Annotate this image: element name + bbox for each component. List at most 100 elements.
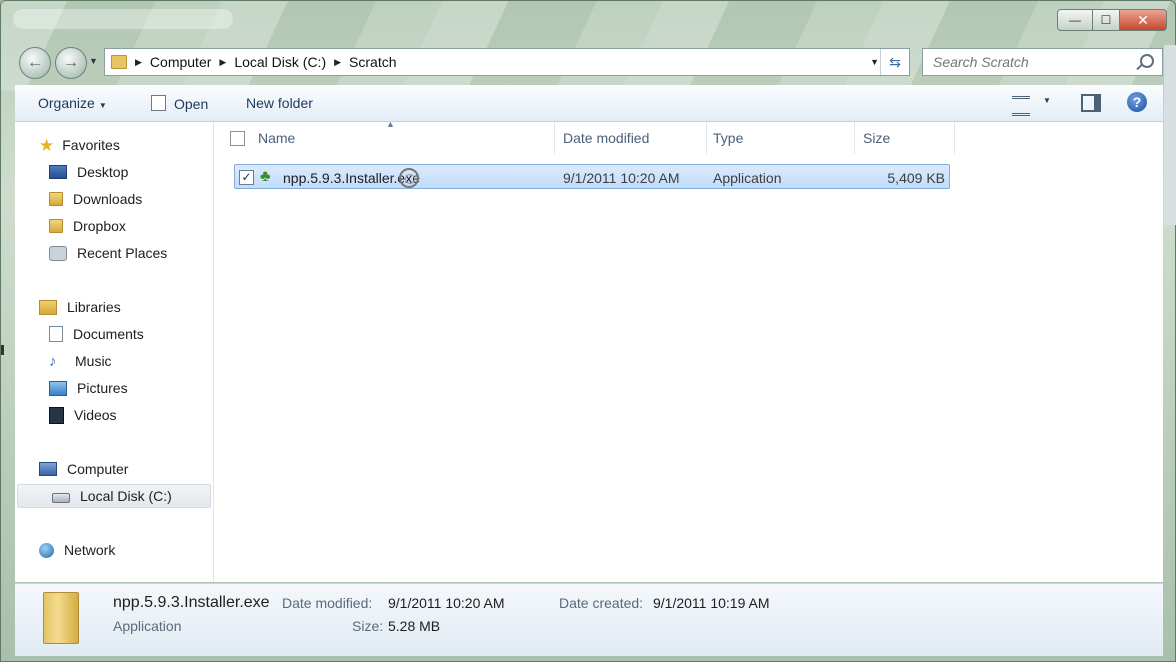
chevron-down-icon: ▼ [98,101,107,110]
sidebar-item-downloads[interactable]: Downloads [15,187,245,211]
search-box[interactable] [922,48,1163,76]
chevron-right-icon[interactable]: ▶ [334,57,341,68]
network-globe-icon [39,542,54,558]
minimize-button[interactable]: — [1057,9,1093,31]
file-type: Application [713,170,782,186]
open-icon [151,95,166,111]
sidebar-item-music[interactable]: ♪ Music [15,349,245,373]
videos-icon [49,406,64,424]
maximize-button[interactable]: ☐ [1093,9,1120,31]
window-edge-scrollbar [1164,45,1176,225]
search-input[interactable] [931,53,1135,71]
sidebar-item-documents[interactable]: Documents [15,322,245,346]
sidebar-item-network[interactable]: Network [15,538,235,562]
chevron-right-icon[interactable]: ▶ [219,57,226,68]
new-folder-button[interactable]: New folder [246,95,313,111]
documents-icon [49,326,63,342]
sidebar-label: Network [64,542,116,558]
hard-disk-icon [52,493,70,503]
address-bar[interactable]: ▶ Computer ▶ Local Disk (C:) ▶ Scratch ▼… [104,48,910,76]
details-file-type: Application [113,618,182,634]
forward-button[interactable]: → [55,47,87,79]
pictures-icon [49,380,67,396]
sidebar-label: Videos [74,407,117,423]
forward-arrow-icon: → [63,54,79,71]
close-button[interactable]: ✕ [1120,9,1167,31]
sidebar-label: Pictures [77,380,128,396]
details-date-created-label: Date created: [559,595,644,611]
downloads-folder-icon [49,192,63,206]
file-list: ▲ Name Date modified Type Size ✓ ♣ npp.5… [214,119,1163,582]
organize-label: Organize [38,95,95,111]
application-icon: ♣ [260,168,271,185]
sidebar-item-videos[interactable]: Videos [15,403,245,427]
explorer-window: — ☐ ✕ ← → ▼ ▶ Computer ▶ Local Disk (C:)… [0,0,1176,662]
breadcrumb-computer[interactable]: Computer [150,54,211,70]
sidebar-label: Music [75,353,112,369]
details-date-modified-value: 9/1/2011 10:20 AM [388,595,505,611]
column-header-date-modified[interactable]: Date modified [563,122,707,154]
window-title-blur [13,9,233,29]
details-size-label: Size: [352,618,384,634]
table-row[interactable]: ✓ ♣ npp.5.9.3.Installer.exe 9/1/2011 10:… [234,164,950,189]
sidebar-item-desktop[interactable]: Desktop [15,160,245,184]
left-edge-marker [1,345,4,355]
sidebar-item-pictures[interactable]: Pictures [15,376,245,400]
busy-cursor-icon [399,168,419,188]
column-header-name[interactable]: Name [258,122,555,154]
view-options-dropdown-icon[interactable]: ▼ [1043,96,1051,105]
command-bar: Organize ▼ Open New folder ▼ ? [15,85,1163,122]
star-icon: ★ [39,135,55,155]
sidebar-item-local-disk[interactable]: Local Disk (C:) [17,484,211,508]
row-checkbox[interactable]: ✓ [239,170,254,185]
organize-button[interactable]: Organize ▼ [38,95,107,111]
file-size: 5,409 KB [887,170,945,186]
computer-icon [39,462,57,476]
help-icon[interactable]: ? [1127,92,1147,112]
open-label: Open [174,96,209,112]
refresh-button[interactable]: ⇆ [880,49,909,75]
preview-pane-icon[interactable] [1081,94,1101,112]
sidebar-label: Documents [73,326,144,342]
sidebar-item-computer[interactable]: Computer [15,457,235,481]
chevron-right-icon[interactable]: ▶ [135,57,142,68]
sidebar-label: Local Disk (C:) [80,488,172,504]
caption-buttons: — ☐ ✕ [1057,9,1167,31]
back-arrow-icon: ← [27,54,43,71]
folder-icon [111,55,127,69]
sidebar-item-libraries[interactable]: Libraries [15,295,235,319]
sidebar-label: Favorites [62,137,120,153]
desktop-icon [49,165,67,179]
details-date-created-value: 9/1/2011 10:19 AM [653,595,770,611]
sidebar-label: Desktop [77,164,129,180]
refresh-icon: ⇆ [889,53,901,70]
file-thumbnail-icon [43,592,79,644]
details-file-name: npp.5.9.3.Installer.exe [113,594,270,611]
sidebar-item-recent-places[interactable]: Recent Places [15,241,245,265]
sidebar-item-dropbox[interactable]: Dropbox [15,214,245,238]
sidebar-label: Downloads [73,191,143,207]
dropbox-folder-icon [49,219,63,233]
breadcrumb-local-disk[interactable]: Local Disk (C:) [234,54,326,70]
column-header-size[interactable]: Size [863,122,955,154]
navigation-bar: ← → ▼ ▶ Computer ▶ Local Disk (C:) ▶ Scr… [15,45,1165,79]
search-icon[interactable] [1140,54,1154,68]
recent-pages-dropdown-icon[interactable]: ▼ [89,56,98,66]
sidebar-label: Recent Places [77,245,168,261]
change-view-icon[interactable] [1012,96,1030,116]
music-note-icon: ♪ [49,352,57,370]
details-date-modified-label: Date modified: [282,595,373,611]
details-pane: npp.5.9.3.Installer.exe Application Date… [15,583,1163,656]
column-header-type[interactable]: Type [713,122,855,154]
open-button[interactable]: Open [151,95,208,112]
sidebar-label: Dropbox [73,218,126,234]
details-size-value: 5.28 MB [388,618,441,634]
address-dropdown-icon[interactable]: ▼ [870,57,879,67]
libraries-icon [39,299,57,315]
navigation-pane: ★ Favorites Desktop Downloads Dropbox Rec… [15,122,214,582]
sidebar-label: Computer [67,461,129,477]
select-all-checkbox[interactable] [230,131,245,146]
breadcrumb-scratch[interactable]: Scratch [349,54,396,70]
sidebar-item-favorites[interactable]: ★ Favorites [15,133,235,157]
back-button[interactable]: ← [19,47,51,79]
